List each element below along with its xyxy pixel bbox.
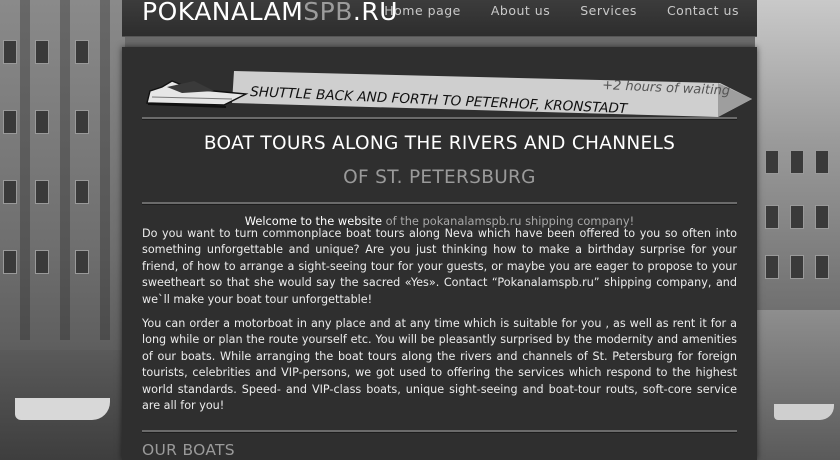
our-boats-heading: OUR BOATS [142, 441, 235, 459]
divider-bottom [142, 430, 737, 433]
page-subtitle: OF ST. PETERSBURG [343, 167, 536, 188]
boat-image-right [774, 404, 834, 420]
site-logo[interactable]: POKANALAMSPB.RU [142, 0, 398, 26]
canal-water-right [755, 310, 840, 460]
services-paragraph: You can order a motorboat in any place a… [142, 317, 737, 413]
divider-top [142, 117, 737, 120]
content-panel: SHUTTLE BACK AND FORTH TO PETERHOF, KRON… [122, 47, 757, 460]
main-nav: Home page About us Services Contact us [384, 3, 739, 18]
site-header: POKANALAMSPB.RU Home page About us Servi… [122, 0, 757, 37]
logo-main: POKANALAM [142, 0, 304, 26]
nav-contact[interactable]: Contact us [667, 3, 739, 18]
speedboat-icon [146, 80, 249, 108]
nav-home[interactable]: Home page [384, 3, 461, 18]
intro-paragraph: Do you want to turn commonplace boat tou… [142, 227, 737, 306]
divider-middle [142, 202, 737, 205]
page-title: BOAT TOURS ALONG THE RIVERS AND CHANNELS [203, 133, 676, 154]
logo-accent: SPB [303, 0, 353, 26]
nav-about[interactable]: About us [491, 3, 550, 18]
nav-services[interactable]: Services [580, 3, 637, 18]
boat-image-left [15, 398, 110, 420]
shuttle-banner[interactable]: SHUTTLE BACK AND FORTH TO PETERHOF, KRON… [122, 47, 757, 117]
